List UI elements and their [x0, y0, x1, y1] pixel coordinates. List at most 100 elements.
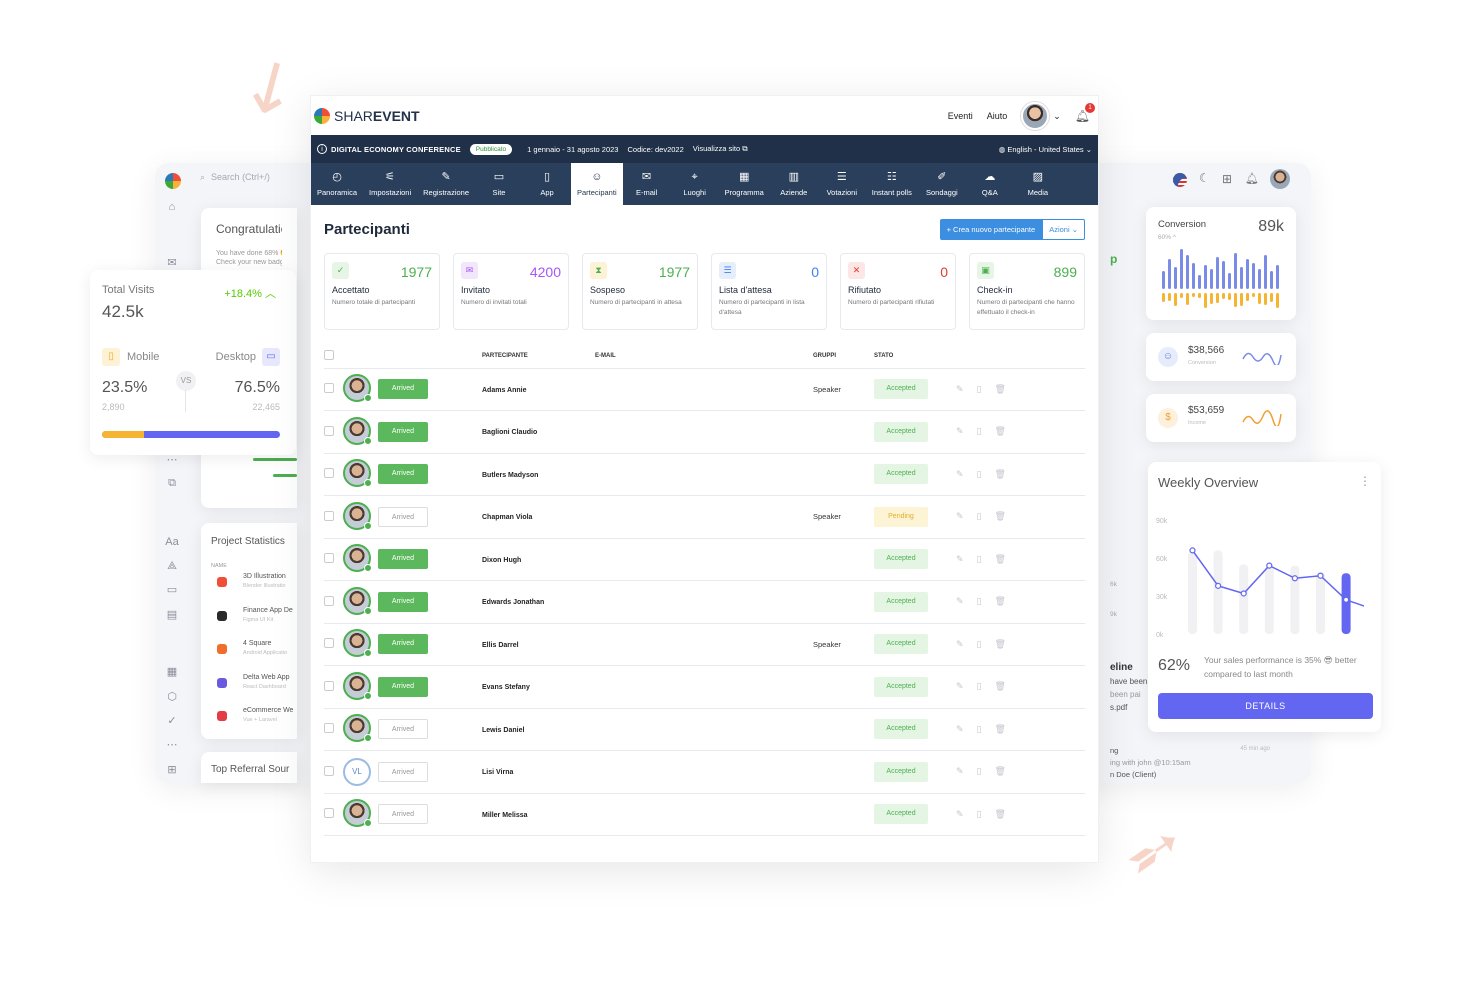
delete-icon[interactable]: 🗑︎: [995, 724, 1019, 734]
typography-icon[interactable]: Aa: [165, 535, 179, 549]
stat-card[interactable]: ✕ 0 Rifiutato Numero di partecipanti rifiut…: [840, 253, 956, 330]
edit-icon[interactable]: ✎: [956, 426, 977, 436]
row-checkbox[interactable]: [324, 595, 334, 606]
notification-bell-icon[interactable]: 🔔︎: [1245, 172, 1259, 185]
delete-icon[interactable]: 🗑︎: [995, 469, 1019, 479]
dots-icon[interactable]: ⋯: [165, 738, 179, 752]
user-avatar-small[interactable]: [1270, 169, 1290, 189]
delete-icon[interactable]: 🗑︎: [995, 384, 1019, 394]
row-checkbox[interactable]: [324, 765, 334, 776]
more-actions-icon[interactable]: ▯: [977, 681, 995, 691]
row-checkbox[interactable]: [324, 553, 334, 564]
edit-icon[interactable]: ✎: [956, 511, 977, 521]
participant-name[interactable]: Butlers Madyson: [482, 472, 538, 479]
participant-name[interactable]: Chapman Viola: [482, 514, 532, 521]
tab-partecipanti[interactable]: ☺ Partecipanti: [571, 163, 623, 205]
arrived-toggle[interactable]: Arrived: [378, 379, 428, 400]
participant-name[interactable]: Dixon Hugh: [482, 557, 521, 564]
tab-impostazioni[interactable]: ⚟ Impostazioni: [363, 163, 417, 205]
edit-icon[interactable]: ✎: [956, 469, 977, 479]
more-actions-icon[interactable]: ▯: [977, 724, 995, 734]
stat-card[interactable]: ▣ 899 Check-in Numero di partecipanti che h…: [969, 253, 1085, 330]
cube-icon[interactable]: ⬡: [165, 690, 179, 704]
row-checkbox[interactable]: [324, 425, 334, 436]
edit-icon[interactable]: ✎: [956, 554, 977, 564]
arrived-toggle[interactable]: Arrived: [378, 804, 428, 825]
participant-name[interactable]: Evans Stefany: [482, 684, 530, 691]
search-bar[interactable]: ⌕ Search (Ctrl+/): [200, 172, 270, 183]
sharevent-logo[interactable]: SHAREVENT: [314, 107, 420, 124]
apps-grid-icon[interactable]: ⊞: [1222, 172, 1232, 186]
row-checkbox[interactable]: [324, 383, 334, 394]
more-actions-icon[interactable]: ▯: [977, 596, 995, 606]
arrived-toggle[interactable]: Arrived: [378, 676, 428, 697]
stat-card[interactable]: ☰ 0 Lista d'attesa Numero di partecipanti i…: [711, 253, 827, 330]
notification-bell-icon[interactable]: 🔔︎ 1: [1075, 103, 1095, 123]
home-icon[interactable]: ⌂: [165, 200, 179, 214]
tab-programma[interactable]: ▦ Programma: [719, 163, 770, 205]
participant-name[interactable]: Baglioni Claudio: [482, 429, 537, 436]
tab-e-mail[interactable]: ✉ E-mail: [623, 163, 671, 205]
share-icon[interactable]: ⟁: [165, 559, 179, 573]
edit-icon[interactable]: ✎: [956, 384, 977, 394]
card-icon[interactable]: ▭: [165, 583, 179, 597]
kebab-menu-icon[interactable]: ⋮: [1359, 474, 1371, 488]
flag-icon[interactable]: [1173, 173, 1187, 187]
delete-icon[interactable]: 🗑︎: [995, 639, 1019, 649]
moon-icon[interactable]: ☾: [1199, 171, 1210, 185]
delete-icon[interactable]: 🗑︎: [995, 511, 1019, 521]
more-actions-icon[interactable]: ▯: [977, 384, 995, 394]
delete-icon[interactable]: 🗑︎: [995, 766, 1019, 776]
edit-icon[interactable]: ✎: [956, 596, 977, 606]
nav-events[interactable]: Eventi: [948, 111, 973, 121]
language-select[interactable]: ◍ English - United States ⌄: [999, 145, 1092, 154]
more-actions-icon[interactable]: ▯: [977, 554, 995, 564]
delete-icon[interactable]: 🗑︎: [995, 554, 1019, 564]
grid-icon[interactable]: ⊞: [165, 763, 179, 777]
arrived-toggle[interactable]: Arrived: [378, 506, 428, 527]
delete-icon[interactable]: 🗑︎: [995, 681, 1019, 691]
edit-icon[interactable]: ✎: [956, 681, 977, 691]
more-actions-icon[interactable]: ▯: [977, 809, 995, 819]
stat-card[interactable]: ✉ 4200 Invitato Numero di invitati totali: [453, 253, 569, 330]
more-icon[interactable]: ⋯: [165, 453, 179, 467]
arrived-toggle[interactable]: Arrived: [378, 421, 428, 442]
tab-votazioni[interactable]: ☰ Votazioni: [818, 163, 866, 205]
mail-icon[interactable]: ✉: [165, 256, 179, 270]
row-checkbox[interactable]: [324, 680, 334, 691]
participant-name[interactable]: Adams Annie: [482, 387, 526, 394]
arrived-toggle[interactable]: Arrived: [378, 591, 428, 612]
edit-icon[interactable]: ✎: [956, 766, 977, 776]
stat-card[interactable]: ⧗ 1977 Sospeso Numero di partecipanti in at…: [582, 253, 698, 330]
row-checkbox[interactable]: [324, 723, 334, 734]
select-all-checkbox[interactable]: [324, 349, 334, 360]
more-actions-icon[interactable]: ▯: [977, 426, 995, 436]
participant-name[interactable]: Ellis Darrel: [482, 642, 519, 649]
row-checkbox[interactable]: [324, 510, 334, 521]
arrived-toggle[interactable]: Arrived: [378, 719, 428, 740]
nav-help[interactable]: Aiuto: [987, 111, 1008, 121]
more-actions-icon[interactable]: ▯: [977, 766, 995, 776]
tab-sondaggi[interactable]: ✐ Sondaggi: [918, 163, 966, 205]
tab-site[interactable]: ▭ Site: [475, 163, 523, 205]
delete-icon[interactable]: 🗑︎: [995, 426, 1019, 436]
more-actions-icon[interactable]: ▯: [977, 511, 995, 521]
edit-icon[interactable]: ✎: [956, 639, 977, 649]
user-menu[interactable]: ⌄: [1021, 102, 1061, 130]
row-checkbox[interactable]: [324, 468, 334, 479]
arrived-toggle[interactable]: Arrived: [378, 761, 428, 782]
actions-dropdown[interactable]: Azioni ⌄: [1042, 218, 1085, 240]
tab-registrazione[interactable]: ✎ Registrazione: [417, 163, 475, 205]
stat-card[interactable]: ✓ 1977 Accettato Numero totale di partecipa…: [324, 253, 440, 330]
edit-icon[interactable]: ✎: [956, 809, 977, 819]
copy-icon[interactable]: ⧉: [165, 476, 179, 490]
check-circle-icon[interactable]: ✓: [165, 714, 179, 728]
archive-icon[interactable]: ▤: [165, 608, 179, 622]
more-actions-icon[interactable]: ▯: [977, 469, 995, 479]
participant-name[interactable]: Lisi Virna: [482, 769, 513, 776]
row-checkbox[interactable]: [324, 638, 334, 649]
tab-luoghi[interactable]: ⌖ Luoghi: [671, 163, 719, 205]
participant-name[interactable]: Lewis Daniel: [482, 727, 524, 734]
details-button[interactable]: DETAILS: [1158, 693, 1373, 719]
tab-aziende[interactable]: ▥ Aziende: [770, 163, 818, 205]
